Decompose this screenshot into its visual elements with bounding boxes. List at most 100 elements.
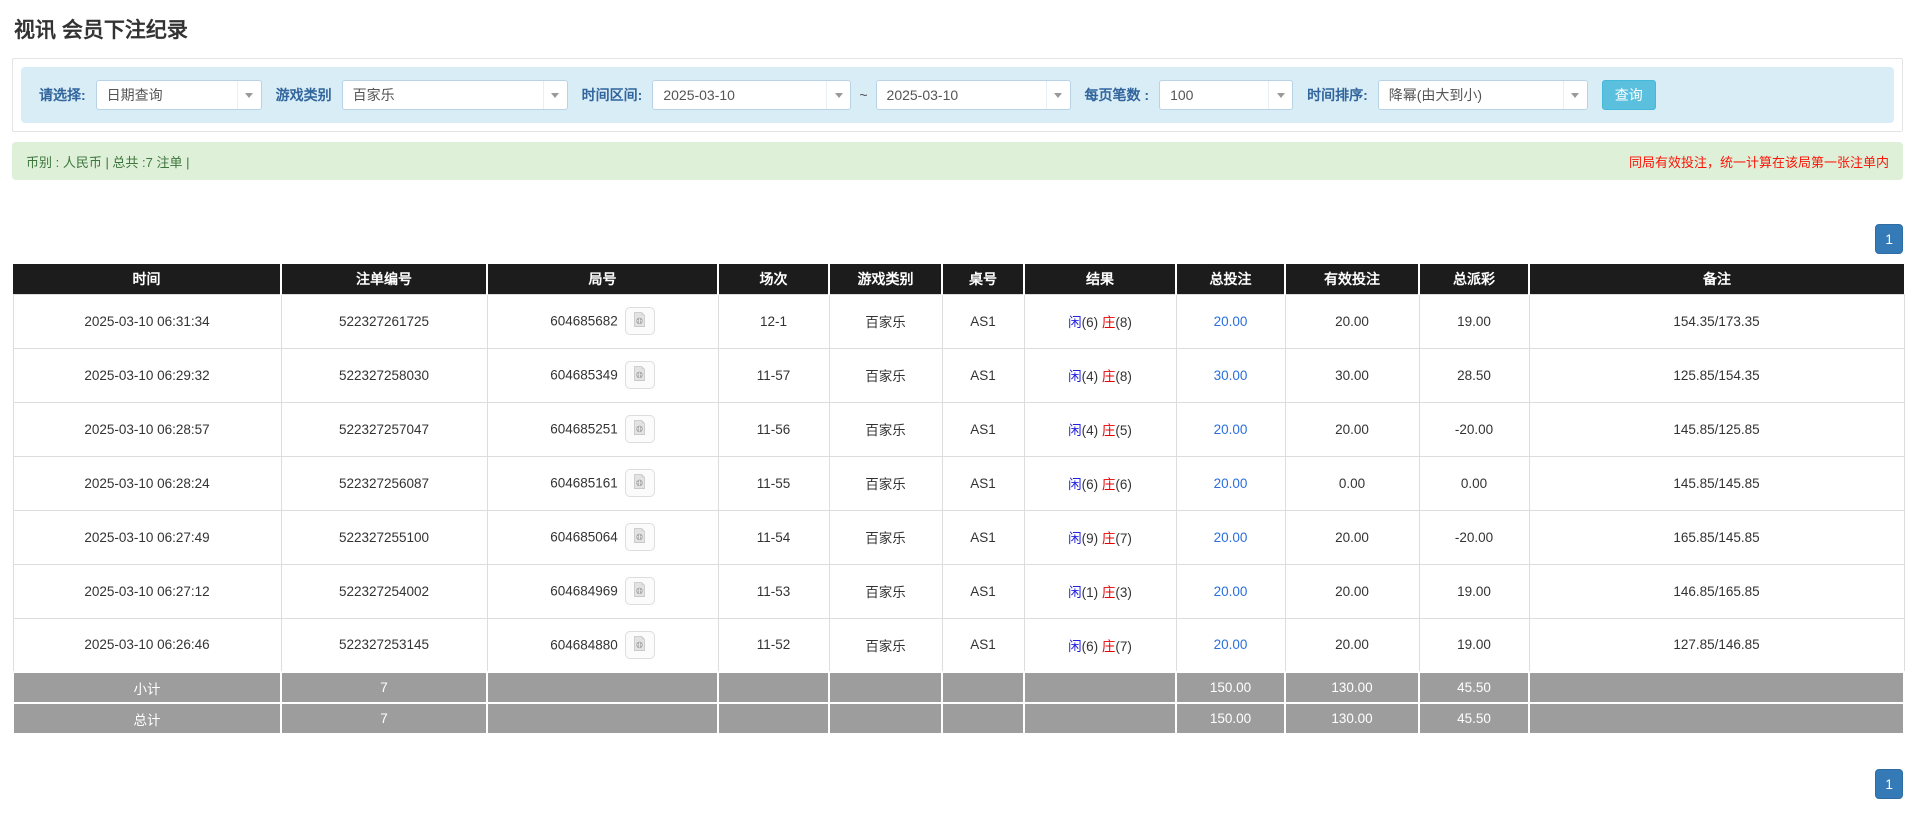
total-bet-link[interactable]: 20.00 [1214, 584, 1248, 599]
cell-time: 2025-03-10 06:27:12 [12, 563, 282, 619]
result-banker-points: (5) [1115, 423, 1132, 438]
cell-valid-bet: 20.00 [1284, 401, 1420, 457]
footer-cell-table-id [941, 702, 1025, 735]
cell-bet-id: 522327254002 [280, 563, 488, 619]
subtotal-row: 小计 7 150.00 130.00 45.50 [12, 671, 1905, 704]
page-1-button[interactable]: 1 [1875, 769, 1903, 799]
footer-cell-result [1023, 671, 1177, 704]
cell-table-id: AS1 [941, 509, 1025, 565]
pagination-bottom: 1 [12, 769, 1903, 799]
video-replay-button[interactable] [624, 307, 655, 335]
table-row: 2025-03-10 06:26:46 522327253145 604684880… [12, 617, 1905, 673]
date-to-select[interactable]: 2025-03-10 [875, 80, 1071, 110]
total-bet-link[interactable]: 20.00 [1214, 422, 1248, 437]
total-bet-link[interactable]: 20.00 [1214, 637, 1248, 652]
date-to-value: 2025-03-10 [886, 87, 959, 103]
footer-cell-remark [1528, 671, 1905, 704]
cell-bet-id: 522327261725 [280, 293, 488, 349]
round-number: 604685161 [550, 475, 618, 491]
cell-result: 闲(4) 庄(5) [1023, 401, 1177, 457]
cell-payout: 0.00 [1418, 455, 1530, 511]
cell-session: 12-1 [717, 293, 830, 349]
video-file-icon [631, 311, 648, 331]
cell-table-id: AS1 [941, 293, 1025, 349]
result-banker-points: (7) [1115, 531, 1132, 546]
cell-payout: 19.00 [1418, 293, 1530, 349]
video-replay-button[interactable] [624, 577, 655, 605]
page-1-button[interactable]: 1 [1875, 224, 1903, 254]
result-banker-points: (7) [1115, 638, 1132, 654]
cell-game-type: 百家乐 [828, 401, 943, 457]
cell-table-id: AS1 [941, 455, 1025, 511]
cell-remark: 154.35/173.35 [1528, 293, 1905, 349]
result-banker-points: (6) [1115, 477, 1132, 492]
cell-table-id: AS1 [941, 563, 1025, 619]
cell-session: 11-56 [717, 401, 830, 457]
page-size-label: 每页笔数 : [1084, 87, 1150, 103]
round-number: 604684969 [550, 583, 618, 599]
footer-cell-session [717, 671, 830, 704]
cell-session: 11-54 [717, 509, 830, 565]
video-replay-button[interactable] [624, 415, 655, 443]
footer-cell-valid-bet: 130.00 [1284, 702, 1420, 735]
summary-bar: 币别 : 人民币 | 总共 :7 注单 | 同局有效投注，统一计算在该局第一张注… [12, 142, 1903, 180]
footer-cell-total-bet: 150.00 [1175, 671, 1286, 704]
result-player-points: (1) [1081, 585, 1102, 600]
cell-game-type: 百家乐 [828, 617, 943, 673]
result-banker-label: 庄 [1101, 477, 1116, 492]
query-type-label: 请选择: [39, 87, 86, 103]
col-remark: 备注 [1529, 264, 1904, 294]
col-time: 时间 [13, 264, 282, 294]
cell-game-type: 百家乐 [828, 347, 943, 403]
cell-bet-id: 522327258030 [280, 347, 488, 403]
time-sort-select[interactable]: 降幂(由大到小) [1377, 80, 1588, 110]
cell-time: 2025-03-10 06:29:32 [12, 347, 282, 403]
date-from-select[interactable]: 2025-03-10 [652, 80, 852, 110]
cell-table-id: AS1 [941, 401, 1025, 457]
table-row: 2025-03-10 06:29:32 522327258030 604685349… [12, 347, 1905, 403]
page-size-select[interactable]: 100 [1159, 80, 1294, 110]
cell-total-bet: 30.00 [1175, 347, 1286, 403]
footer-cell-game-type [828, 671, 943, 704]
total-bet-link[interactable]: 30.00 [1214, 368, 1248, 383]
footer-cell-table-id [941, 671, 1025, 704]
result-player-label: 闲 [1068, 477, 1082, 492]
grandtotal-row: 总计 7 150.00 130.00 45.50 [12, 702, 1905, 735]
cell-remark: 127.85/146.85 [1528, 617, 1905, 673]
cell-payout: 19.00 [1418, 563, 1530, 619]
cell-bet-id: 522327253145 [280, 617, 488, 673]
video-replay-button[interactable] [624, 630, 655, 659]
search-button[interactable]: 查询 [1601, 80, 1656, 110]
round-number: 604685682 [550, 313, 618, 329]
cell-result: 闲(6) 庄(6) [1023, 455, 1177, 511]
cell-bet-id: 522327257047 [280, 401, 488, 457]
cell-round-id: 604685161 [486, 455, 719, 511]
table-row: 2025-03-10 06:27:12 522327254002 604684969… [12, 563, 1905, 619]
cell-bet-id: 522327255100 [280, 509, 488, 565]
footer-cell-bet-id: 7 [280, 702, 488, 735]
total-bet-link[interactable]: 20.00 [1214, 314, 1248, 329]
video-replay-button[interactable] [624, 469, 655, 497]
col-round_id: 局号 [487, 264, 719, 294]
footer-cell-total-bet: 150.00 [1175, 702, 1286, 735]
video-replay-button[interactable] [624, 361, 655, 389]
pagination-top: 1 [12, 224, 1903, 254]
cell-valid-bet: 20.00 [1284, 293, 1420, 349]
cell-payout: -20.00 [1418, 509, 1530, 565]
date-range-separator: ~ [859, 87, 868, 103]
total-bet-link[interactable]: 20.00 [1214, 530, 1248, 545]
result-banker-label: 庄 [1101, 638, 1116, 654]
result-player-points: (6) [1081, 477, 1102, 492]
video-replay-button[interactable] [624, 523, 655, 551]
result-banker-points: (8) [1115, 369, 1132, 384]
video-file-icon [631, 527, 648, 547]
game-type-select[interactable]: 百家乐 [341, 80, 568, 110]
footer-cell-payout: 45.50 [1418, 671, 1530, 704]
cell-round-id: 604685064 [486, 509, 719, 565]
chevron-down-icon [236, 81, 261, 109]
total-bet-link[interactable]: 20.00 [1214, 476, 1248, 491]
query-type-value: 日期查询 [106, 87, 163, 103]
query-type-select[interactable]: 日期查询 [95, 80, 262, 110]
game-type-value: 百家乐 [352, 87, 395, 103]
cell-remark: 145.85/125.85 [1528, 401, 1905, 457]
